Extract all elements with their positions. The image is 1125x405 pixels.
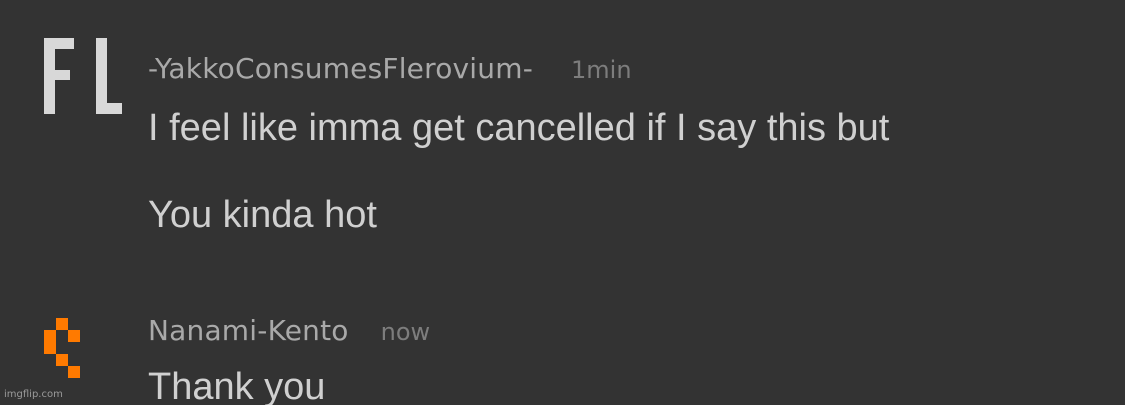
comment-username[interactable]: Nanami-Kento bbox=[148, 314, 349, 347]
orange-pixel-avatar-icon[interactable] bbox=[44, 318, 92, 378]
comment-username[interactable]: -YakkoConsumesFlerovium- bbox=[148, 52, 533, 85]
comment-thread: -YakkoConsumesFlerovium- 1min I feel lik… bbox=[0, 0, 1125, 405]
comment-text-line: You kinda hot bbox=[148, 194, 377, 236]
comment-header: -YakkoConsumesFlerovium- 1min bbox=[148, 52, 632, 85]
watermark: imgflip.com bbox=[4, 389, 63, 400]
comment-header: Nanami-Kento now bbox=[148, 314, 430, 347]
comment-timestamp: now bbox=[380, 318, 431, 346]
comment-text-line: I feel like imma get cancelled if I say … bbox=[148, 107, 890, 149]
comment-text-line: Thank you bbox=[148, 366, 326, 405]
comment-timestamp: 1min bbox=[571, 56, 632, 84]
fl-letters-avatar-icon[interactable] bbox=[44, 38, 124, 114]
